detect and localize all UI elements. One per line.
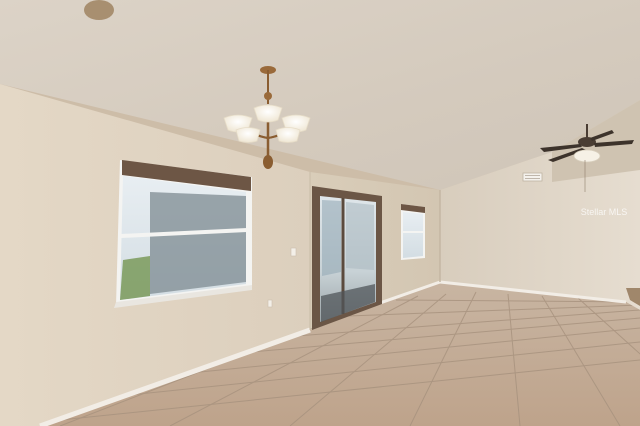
wall-vent [522,172,543,182]
room-scene: Stellar MLS [0,0,640,426]
fan-light [573,149,601,163]
watermark: Stellar MLS [581,207,628,217]
small-back-window [401,204,425,260]
smoke-detector [84,0,114,20]
chandelier-shade [253,104,283,123]
left-window [114,160,252,308]
light-switch [290,247,297,257]
chandelier-shade [235,127,261,143]
chandelier-shade [275,127,301,143]
wall-outlet [267,299,273,308]
